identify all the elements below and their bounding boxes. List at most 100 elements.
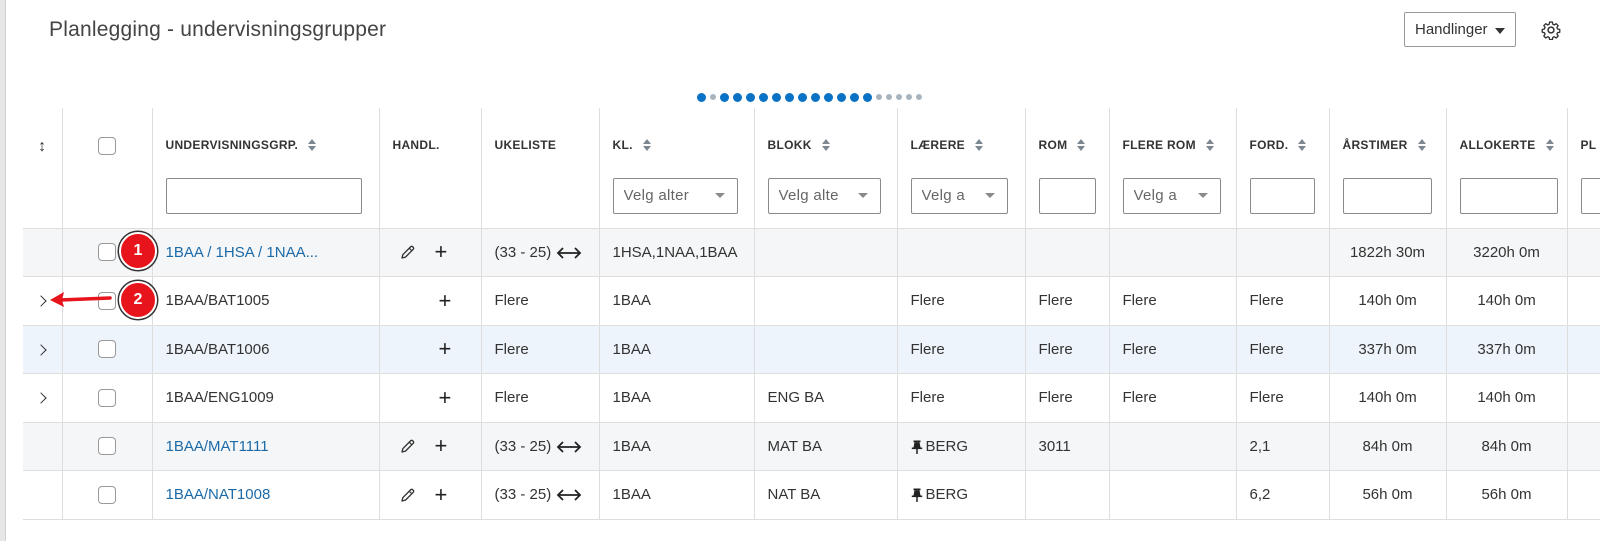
cell-handl[interactable]: + [379,325,482,374]
header-allokerte[interactable]: ALLOKERTE [1446,108,1568,229]
pager-dot[interactable] [733,92,742,102]
pager-dot[interactable] [746,92,755,102]
pager-dot[interactable] [772,92,781,102]
header-label: ROM [1038,138,1068,152]
select-cell[interactable] [62,422,153,471]
table-row[interactable]: 1BAA/MAT1111 + (33 - 25) 1BAA MAT BA BERG 3011… [23,422,1600,471]
table-row[interactable]: 1BAA/NAT1008 + (33 - 25) 1BAA NAT BA BERG 6,2 5… [23,470,1600,520]
expand-cell[interactable] [23,325,63,374]
select-cell[interactable] [62,470,153,520]
sort-icon[interactable] [821,138,830,151]
table-row[interactable]: 1BAA/ENG1009 + Flere 1BAA ENG BA Flere Flere Fl… [23,373,1600,423]
cell-group[interactable]: 1BAA/MAT1111 [152,422,380,471]
cell-group[interactable]: 1BAA / 1HSA / 1NAA... [152,228,380,277]
header-group[interactable]: UNDERVISNINGSGRP. [152,108,380,229]
pager-dot[interactable] [785,92,794,102]
row-checkbox[interactable] [98,437,116,456]
header-blokk[interactable]: BLOKK Velg alte [754,108,898,229]
filter-ford-input[interactable] [1249,178,1315,214]
group-link[interactable]: 1BAA / 1HSA / 1NAA... [166,244,319,261]
pager-dot[interactable] [863,92,872,102]
header-kl[interactable]: KL. Velg alter [599,108,755,229]
filter-pl-input[interactable] [1580,178,1600,214]
filter-laerere-select[interactable]: Velg a [910,178,1008,214]
sort-icon[interactable] [1205,138,1214,151]
pager-dot[interactable] [697,92,706,102]
pager-dot[interactable] [824,92,833,102]
plus-icon[interactable]: + [435,482,448,507]
header-arstimer[interactable]: ÅRSTIMER [1329,108,1447,229]
pager-dot[interactable] [850,92,859,102]
filter-arstimer-input[interactable] [1342,178,1432,214]
table-row[interactable]: 1BAA/BAT1006 + Flere 1BAA Flere Flere Flere Fle… [23,325,1600,374]
pager-dot[interactable] [916,94,922,100]
chevron-right-icon[interactable] [35,295,47,307]
pager-dot[interactable] [720,92,729,102]
row-checkbox[interactable] [98,340,116,359]
row-checkbox[interactable] [98,485,116,504]
header-ukeliste: UKELISTE [481,108,600,229]
cell-handl[interactable]: + [379,373,482,423]
column-pager-dots[interactable] [697,92,922,102]
cell-handl[interactable]: + [379,228,482,277]
chevron-right-icon[interactable] [35,392,47,404]
filter-flere-rom-select[interactable]: Velg a [1122,178,1221,214]
row-checkbox[interactable] [98,388,116,407]
header-ford[interactable]: FORD. [1236,108,1330,229]
pager-dot[interactable] [759,92,768,102]
pager-dot[interactable] [710,94,716,100]
plus-icon[interactable]: + [435,239,448,264]
select-all-checkbox[interactable] [98,137,116,155]
filter-allokerte-input[interactable] [1459,178,1558,214]
sort-icon[interactable] [1417,138,1426,151]
cell-flere-rom [1109,470,1237,520]
chevron-right-icon[interactable] [35,344,47,356]
pager-dot[interactable] [906,94,912,100]
sort-icon[interactable] [1545,138,1554,151]
plus-icon[interactable]: + [439,288,452,313]
cell-handl[interactable]: + [379,470,482,520]
gear-icon[interactable] [1541,20,1561,40]
filter-rom-input[interactable] [1038,178,1096,214]
filter-blokk-select[interactable]: Velg alte [767,178,881,214]
select-cell[interactable] [62,373,153,423]
plus-icon[interactable]: + [435,433,448,458]
filter-kl-select[interactable]: Velg alter [612,178,738,214]
select-cell[interactable] [62,325,153,374]
row-checkbox[interactable] [98,243,116,262]
pager-dot[interactable] [886,94,892,100]
sort-icon[interactable] [1298,138,1307,151]
pager-dot[interactable] [811,92,820,102]
sort-icon[interactable] [642,138,651,151]
sort-icon[interactable] [1077,138,1086,151]
pencil-icon[interactable] [399,437,417,455]
sort-icon[interactable] [308,138,317,151]
plus-icon[interactable]: + [439,385,452,410]
header-flere-rom[interactable]: FLERE ROM Velg a [1109,108,1237,229]
sort-icon[interactable] [974,138,983,151]
filter-group-input[interactable] [165,178,362,214]
pencil-icon[interactable] [399,243,417,261]
ukeliste-value: (33 - 25) [494,437,552,455]
cell-handl[interactable]: + [379,276,482,326]
group-link[interactable]: 1BAA/MAT1111 [166,438,269,455]
table-row[interactable]: 1BAA / 1HSA / 1NAA... + (33 - 25) 1HSA,1NAA… [23,228,1600,277]
table-row[interactable]: 1BAA/BAT1005 + Flere 1BAA Flere Flere Flere Fle… [23,276,1600,326]
cell-handl[interactable]: + [379,422,482,471]
sort-vertical-icon[interactable]: ↕ [38,138,46,156]
select-placeholder: Velg a [921,187,966,204]
pager-dot[interactable] [798,92,807,102]
header-laerere[interactable]: LÆRERE Velg a [897,108,1026,229]
pager-dot[interactable] [837,92,846,102]
plus-icon[interactable]: + [439,336,452,361]
pencil-icon[interactable] [399,486,417,504]
header-rom[interactable]: ROM [1025,108,1110,229]
expand-cell[interactable] [23,373,63,423]
cell-group[interactable]: 1BAA/NAT1008 [152,470,380,520]
cell-pl [1567,276,1600,326]
actions-dropdown-button[interactable]: Handlinger [1404,12,1516,47]
group-link[interactable]: 1BAA/NAT1008 [166,486,271,503]
pager-dot[interactable] [896,94,902,100]
pager-dot[interactable] [876,94,882,100]
sort-all-header[interactable]: ↕ [23,108,63,229]
